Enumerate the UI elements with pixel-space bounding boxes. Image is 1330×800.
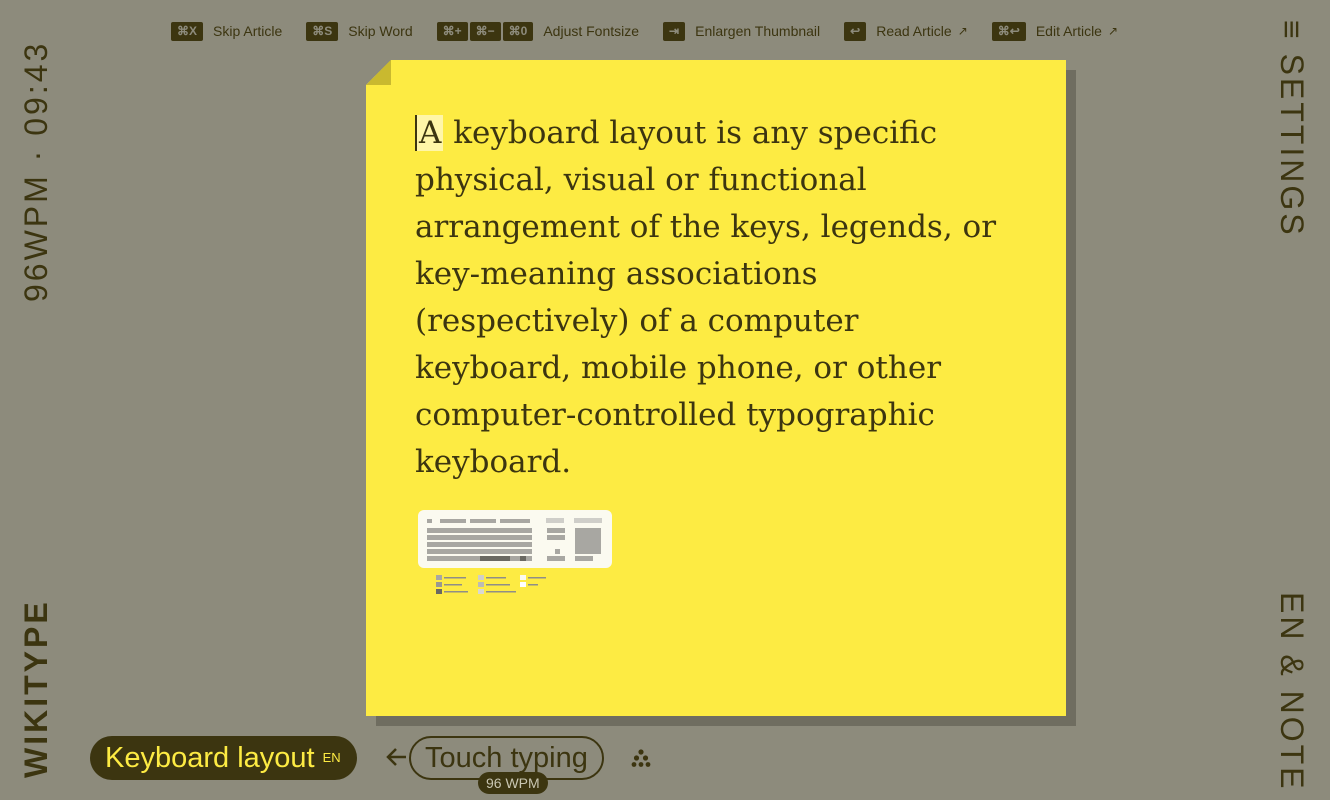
language-mode-toggle[interactable]: EN & NOTE [1274, 592, 1310, 791]
shortcut-key: ⇥ [663, 21, 686, 41]
adjust-fontsize-shortcut[interactable]: ⌘+ ⌘− ⌘0 Adjust Fontsize [436, 21, 640, 41]
wpm-badge: 96 WPM [478, 772, 548, 794]
article-text[interactable]: A keyboard layout is any specific physic… [415, 110, 1005, 486]
shortcut-key: ⌘0 [502, 21, 534, 41]
wpm-timer: 96WPM · 09:43 [18, 40, 54, 302]
article-thumbnail[interactable] [418, 510, 612, 568]
shortcut-label: Enlargen Thumbnail [695, 23, 821, 39]
shortcut-key: ⌘↩ [991, 21, 1026, 41]
skip-article-shortcut[interactable]: ⌘X Skip Article [171, 21, 283, 41]
read-article-shortcut[interactable]: ↩ Read Article ↗ [844, 21, 968, 41]
settings-button[interactable]: ≡ SETTINGS [1274, 20, 1310, 238]
skip-word-shortcut[interactable]: ⌘S Skip Word [306, 21, 413, 41]
article-note: A keyboard layout is any specific physic… [366, 60, 1066, 716]
thumbnail-legend [436, 575, 556, 597]
arrow-left-icon [385, 744, 409, 776]
shortcut-label: Read Article [876, 23, 952, 39]
shortcut-bar: ⌘X Skip Article ⌘S Skip Word ⌘+ ⌘− ⌘0 Ad… [171, 21, 1142, 41]
next-article-title: Touch typing [425, 741, 588, 774]
external-link-icon: ↗ [957, 24, 968, 38]
shortcut-label: Skip Article [213, 23, 283, 39]
shortcut-key: ⌘+ [436, 21, 468, 41]
current-article-tag[interactable]: Keyboard layout EN [90, 736, 357, 780]
language-badge: EN [322, 749, 341, 765]
external-link-icon: ↗ [1107, 24, 1119, 38]
keyboard-diagram-image [427, 518, 602, 561]
article-remaining-text: keyboard layout is any specific physical… [415, 115, 997, 480]
shortcut-key: ⌘− [469, 21, 501, 41]
edit-article-shortcut[interactable]: ⌘↩ Edit Article ↗ [991, 21, 1119, 41]
legend-swatches [436, 575, 546, 594]
cluster-icon[interactable] [631, 749, 651, 774]
enlargen-thumbnail-shortcut[interactable]: ⇥ Enlargen Thumbnail [663, 21, 821, 41]
shortcut-key: ↩ [844, 21, 867, 41]
shortcut-label: Edit Article [1035, 23, 1102, 39]
brand-logo: WIKITYPE [18, 599, 54, 778]
shortcut-key: ⌘X [171, 21, 204, 41]
shortcut-label: Skip Word [348, 23, 413, 39]
shortcut-key: ⌘S [306, 21, 339, 41]
current-article-title: Keyboard layout [105, 741, 315, 774]
shortcut-label: Adjust Fontsize [543, 23, 640, 39]
typing-cursor-char: A [415, 115, 444, 151]
folded-corner-flap [366, 60, 391, 85]
